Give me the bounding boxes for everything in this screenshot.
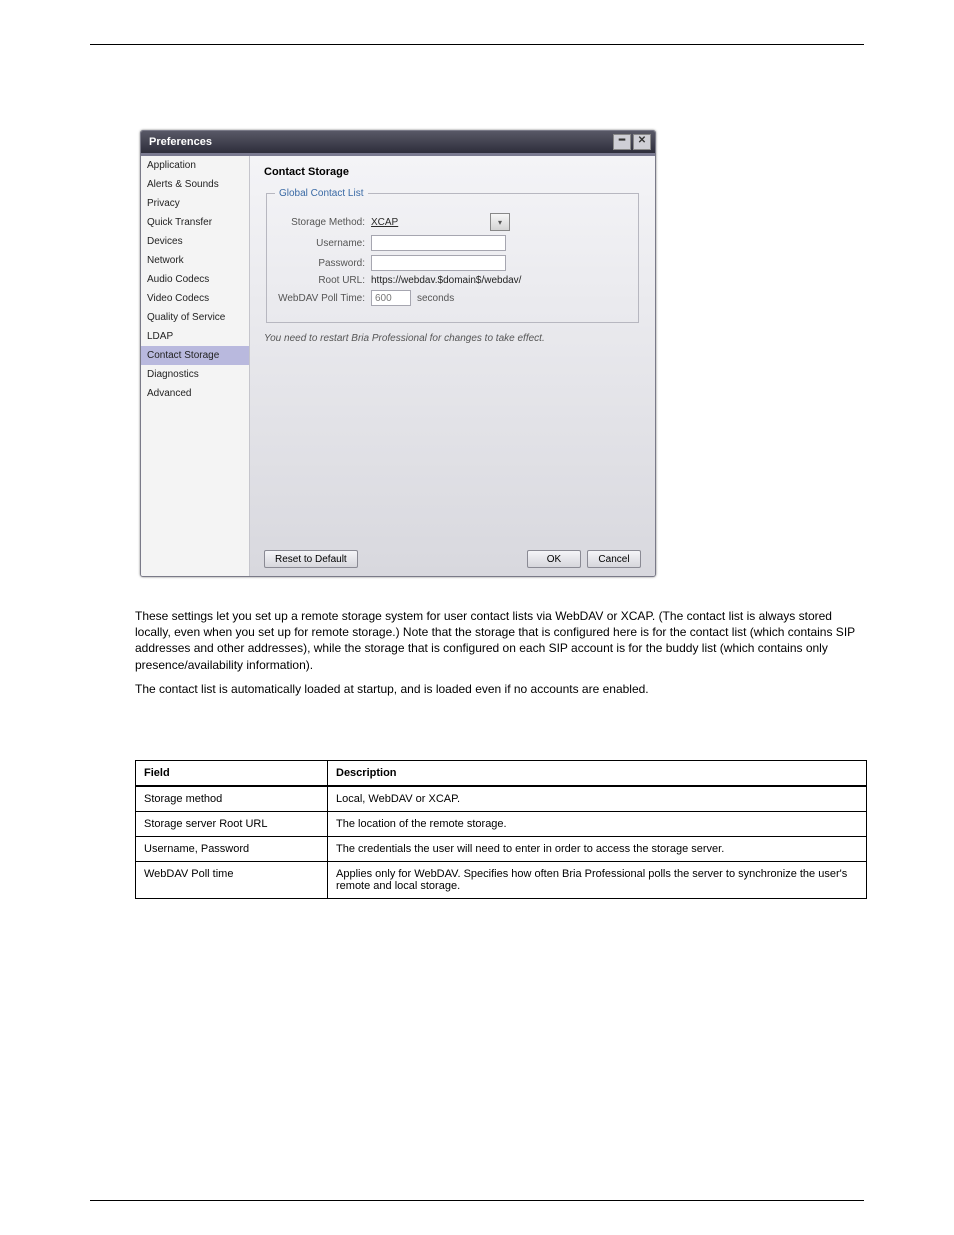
storage-method-value[interactable]: XCAP <box>371 217 486 228</box>
global-contact-list-fieldset: Global Contact List Storage Method: XCAP… <box>266 188 639 323</box>
poll-time-field[interactable] <box>371 290 411 306</box>
ok-button[interactable]: OK <box>527 550 581 568</box>
sidebar-item-privacy[interactable]: Privacy <box>141 194 249 213</box>
sidebar-item-quick-transfer[interactable]: Quick Transfer <box>141 213 249 232</box>
sidebar-item-devices[interactable]: Devices <box>141 232 249 251</box>
storage-method-label: Storage Method: <box>275 217 365 228</box>
table-cell-field: Username, Password <box>136 837 328 862</box>
poll-time-unit: seconds <box>417 293 454 304</box>
username-label: Username: <box>275 238 365 249</box>
password-field[interactable] <box>371 255 506 271</box>
poll-time-row: WebDAV Poll Time: seconds <box>275 290 630 306</box>
description-text: These settings let you set up a remote s… <box>135 600 864 705</box>
storage-method-dropdown-icon[interactable]: ▾ <box>490 213 510 231</box>
root-url-row: Root URL: https://webdav.$domain$/webdav… <box>275 275 630 286</box>
sidebar-item-video-codecs[interactable]: Video Codecs <box>141 289 249 308</box>
fieldset-legend: Global Contact List <box>275 188 368 199</box>
table-cell-description: The location of the remote storage. <box>328 812 867 837</box>
table-row: Storage server Root URL The location of … <box>136 812 867 837</box>
sidebar-item-qos[interactable]: Quality of Service <box>141 308 249 327</box>
fields-table: Field Description Storage method Local, … <box>135 760 867 899</box>
preferences-content: Contact Storage Global Contact List Stor… <box>250 156 655 576</box>
preferences-sidebar: Application Alerts & Sounds Privacy Quic… <box>141 156 250 576</box>
sidebar-item-advanced[interactable]: Advanced <box>141 384 249 403</box>
table-cell-description: Applies only for WebDAV. Specifies how o… <box>328 862 867 899</box>
minimize-icon[interactable]: ━ <box>613 134 631 150</box>
button-bar: Reset to Default OK Cancel <box>264 550 641 568</box>
close-icon[interactable]: ✕ <box>633 134 651 150</box>
root-url-value: https://webdav.$domain$/webdav/ <box>371 275 521 286</box>
sidebar-item-ldap[interactable]: LDAP <box>141 327 249 346</box>
sidebar-item-alerts-sounds[interactable]: Alerts & Sounds <box>141 175 249 194</box>
username-row: Username: <box>275 235 630 251</box>
table-cell-field: WebDAV Poll time <box>136 862 328 899</box>
password-label: Password: <box>275 258 365 269</box>
table-cell-field: Storage method <box>136 786 328 812</box>
sidebar-item-diagnostics[interactable]: Diagnostics <box>141 365 249 384</box>
sidebar-item-network[interactable]: Network <box>141 251 249 270</box>
table-row: Storage method Local, WebDAV or XCAP. <box>136 786 867 812</box>
window-title: Preferences <box>145 136 613 148</box>
titlebar: Preferences ━ ✕ <box>141 131 655 153</box>
restart-note: You need to restart Bria Professional fo… <box>264 333 641 344</box>
root-url-label: Root URL: <box>275 275 365 286</box>
table-header-field: Field <box>136 761 328 787</box>
description-paragraph-2: The contact list is automatically loaded… <box>135 681 864 697</box>
storage-method-row: Storage Method: XCAP ▾ <box>275 213 630 231</box>
table-cell-description: The credentials the user will need to en… <box>328 837 867 862</box>
description-paragraph-1: These settings let you set up a remote s… <box>135 608 864 673</box>
sidebar-item-application[interactable]: Application <box>141 156 249 175</box>
table-cell-description: Local, WebDAV or XCAP. <box>328 786 867 812</box>
poll-time-label: WebDAV Poll Time: <box>275 293 365 304</box>
table-header-description: Description <box>328 761 867 787</box>
table-header-row: Field Description <box>136 761 867 787</box>
password-row: Password: <box>275 255 630 271</box>
username-field[interactable] <box>371 235 506 251</box>
sidebar-item-contact-storage[interactable]: Contact Storage <box>141 346 249 365</box>
table-row: WebDAV Poll time Applies only for WebDAV… <box>136 862 867 899</box>
sidebar-item-audio-codecs[interactable]: Audio Codecs <box>141 270 249 289</box>
preferences-window: Preferences ━ ✕ Application Alerts & Sou… <box>140 130 656 577</box>
table-cell-field: Storage server Root URL <box>136 812 328 837</box>
reset-to-default-button[interactable]: Reset to Default <box>264 550 358 568</box>
content-title: Contact Storage <box>264 166 641 178</box>
table-row: Username, Password The credentials the u… <box>136 837 867 862</box>
cancel-button[interactable]: Cancel <box>587 550 641 568</box>
